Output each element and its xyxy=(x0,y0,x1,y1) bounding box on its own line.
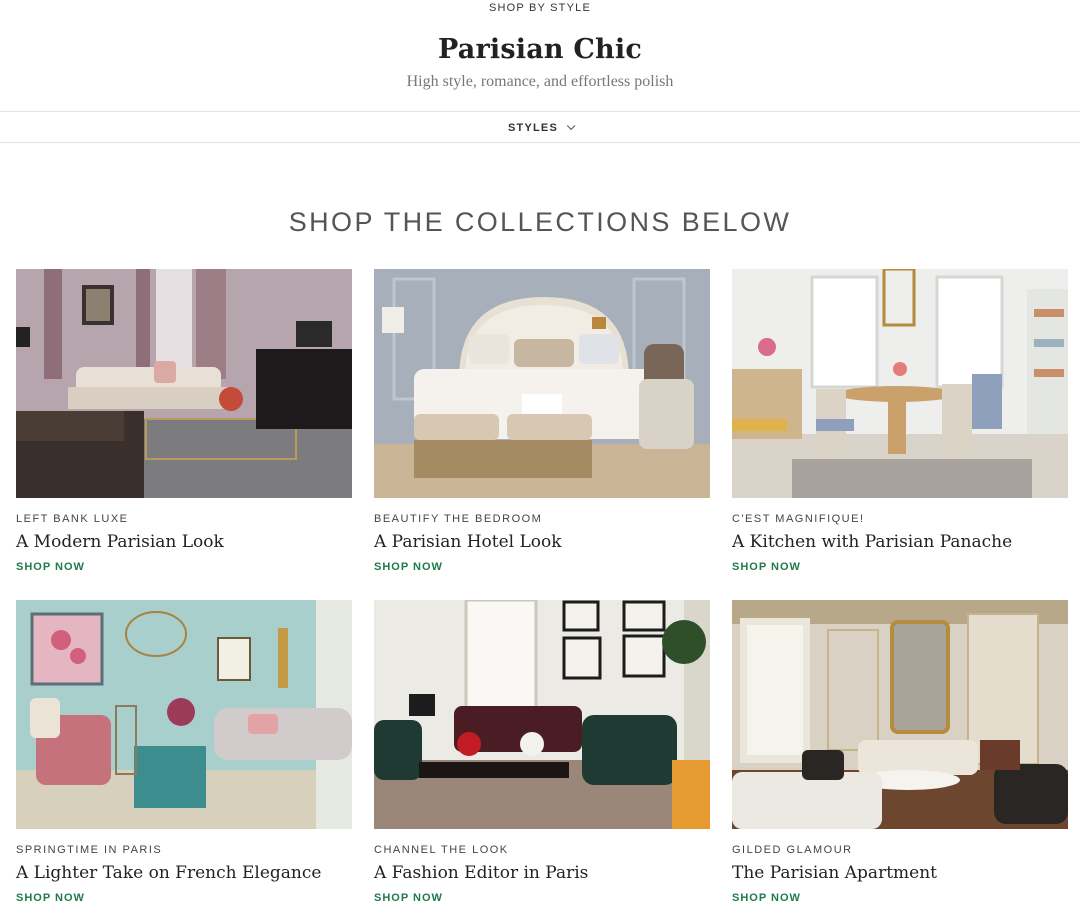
styles-dropdown[interactable]: STYLES xyxy=(0,113,1080,142)
kitchen-photo xyxy=(732,269,1068,498)
collection-image-modern-parisian-look[interactable] xyxy=(16,269,352,498)
shop-now-link[interactable]: SHOP NOW xyxy=(16,561,85,573)
shop-now-link[interactable]: SHOP NOW xyxy=(374,561,443,573)
collection-image-kitchen-parisian-panache[interactable] xyxy=(732,269,1068,498)
card-title[interactable]: The Parisian Apartment xyxy=(732,863,1068,883)
divider-bottom xyxy=(0,142,1080,143)
collection-card-gilded-glamour: GILDED GLAMOUR The Parisian Apartment SH… xyxy=(732,600,1068,906)
shop-now-link[interactable]: SHOP NOW xyxy=(732,892,801,904)
editor-apartment-photo xyxy=(374,600,710,829)
card-eyebrow: C'EST MAGNIFIQUE! xyxy=(732,513,865,525)
page-title: Parisian Chic xyxy=(438,34,642,65)
gilded-apartment-photo xyxy=(732,600,1068,829)
card-title[interactable]: A Fashion Editor in Paris xyxy=(374,863,710,883)
bedroom-photo xyxy=(374,269,710,498)
section-heading: SHOP THE COLLECTIONS BELOW xyxy=(288,207,792,237)
divider-top xyxy=(0,111,1080,112)
page-eyebrow: SHOP BY STYLE xyxy=(488,2,591,14)
card-eyebrow: GILDED GLAMOUR xyxy=(732,844,853,856)
card-title[interactable]: A Parisian Hotel Look xyxy=(374,532,710,552)
page-subtitle: High style, romance, and effortless poli… xyxy=(406,73,674,90)
living-room-photo xyxy=(16,269,352,498)
collection-card-channel-the-look: CHANNEL THE LOOK A Fashion Editor in Par… xyxy=(374,600,710,906)
chevron-down-icon xyxy=(566,121,576,130)
card-eyebrow: LEFT BANK LUXE xyxy=(16,513,129,525)
blue-salon-photo xyxy=(16,600,352,829)
card-title[interactable]: A Lighter Take on French Elegance xyxy=(16,863,352,883)
collection-image-lighter-take-french-elegance[interactable] xyxy=(16,600,352,829)
collection-image-fashion-editor-paris[interactable] xyxy=(374,600,710,829)
card-eyebrow: BEAUTIFY THE BEDROOM xyxy=(374,513,543,525)
shop-now-link[interactable]: SHOP NOW xyxy=(16,892,85,904)
shop-now-link[interactable]: SHOP NOW xyxy=(374,892,443,904)
card-title[interactable]: A Modern Parisian Look xyxy=(16,532,352,552)
card-title[interactable]: A Kitchen with Parisian Panache xyxy=(732,532,1068,552)
collection-card-left-bank-luxe: LEFT BANK LUXE A Modern Parisian Look SH… xyxy=(16,269,352,575)
collection-image-parisian-hotel-look[interactable] xyxy=(374,269,710,498)
card-eyebrow: SPRINGTIME IN PARIS xyxy=(16,844,163,856)
card-eyebrow: CHANNEL THE LOOK xyxy=(374,844,509,856)
collection-card-beautify-the-bedroom: BEAUTIFY THE BEDROOM A Parisian Hotel Lo… xyxy=(374,269,710,575)
shop-now-link[interactable]: SHOP NOW xyxy=(732,561,801,573)
collection-card-cest-magnifique: C'EST MAGNIFIQUE! A Kitchen with Parisia… xyxy=(732,269,1068,575)
collection-image-parisian-apartment[interactable] xyxy=(732,600,1068,829)
collection-card-springtime-in-paris: SPRINGTIME IN PARIS A Lighter Take on Fr… xyxy=(16,600,352,906)
styles-dropdown-label: STYLES xyxy=(508,121,558,134)
